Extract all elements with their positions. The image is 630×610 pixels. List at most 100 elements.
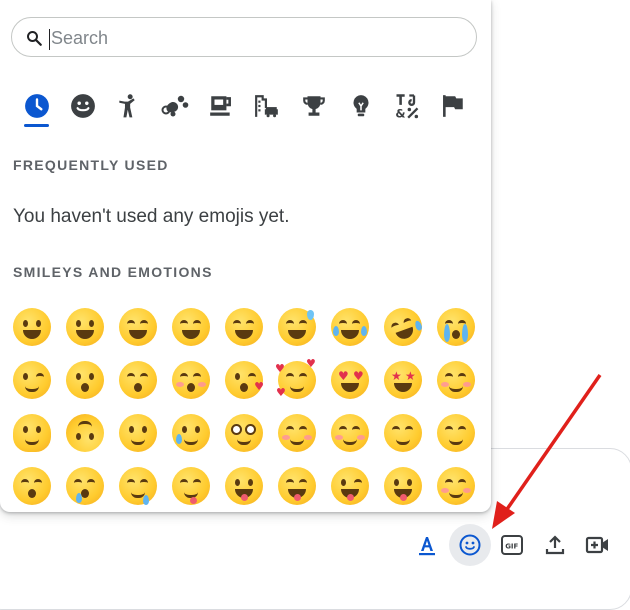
zany-face-icon <box>384 467 422 505</box>
grinning-squinting-face-emoji[interactable] <box>222 305 266 349</box>
active-tab-indicator <box>24 124 49 127</box>
slightly-smiling-face-emoji[interactable] <box>116 411 160 455</box>
rolling-on-floor-laughing-icon <box>378 302 428 352</box>
frequently-used-heading: FREQUENTLY USED <box>13 157 169 173</box>
winking-face-emoji[interactable] <box>10 358 54 402</box>
woozy-face-emoji[interactable] <box>434 464 478 508</box>
grinning-face-smiling-eyes-icon <box>119 308 157 346</box>
sleeping-face-emoji[interactable] <box>10 464 54 508</box>
partying-face-icon <box>437 361 475 399</box>
squinting-face-tongue-emoji[interactable] <box>275 464 319 508</box>
smiling-face-tear-emoji[interactable] <box>169 411 213 455</box>
gif-icon: GIF <box>500 533 524 557</box>
smirking-face-emoji[interactable] <box>434 411 478 455</box>
coffee-icon[interactable] <box>201 86 241 126</box>
emoji-icon <box>458 533 482 557</box>
kissing-face-emoji[interactable] <box>63 358 107 402</box>
zany-face-emoji[interactable] <box>381 464 425 508</box>
clock-icon[interactable] <box>17 86 57 126</box>
trophy-icon[interactable] <box>294 86 334 126</box>
loudly-crying-face-icon <box>437 308 475 346</box>
text-format-icon <box>415 533 439 557</box>
star-struck-icon: ★ ★ <box>384 361 422 399</box>
grinning-squinting-face-icon <box>225 308 263 346</box>
video-add-icon <box>585 533 611 557</box>
face-savoring-food-emoji[interactable] <box>169 464 213 508</box>
grinning-face-big-eyes-icon <box>66 308 104 346</box>
sleeping-face-icon <box>13 467 51 505</box>
winking-face-tongue-emoji[interactable] <box>328 464 372 508</box>
grinning-face-smiling-eyes-emoji[interactable] <box>116 305 160 349</box>
loudly-crying-face-emoji[interactable] <box>434 305 478 349</box>
winking-face-icon <box>13 361 51 399</box>
upload-icon <box>543 533 567 557</box>
sleepy-face-icon <box>66 467 104 505</box>
smiling-face-smiling-eyes-emoji[interactable] <box>275 411 319 455</box>
kissing-face-closed-eyes-icon <box>172 361 210 399</box>
smiling-face-hearts-icon: ♥ ♥ ♥ <box>275 357 316 399</box>
text-caret <box>49 29 50 50</box>
rolling-on-floor-laughing-emoji[interactable] <box>378 302 428 352</box>
squinting-face-tongue-icon <box>278 467 316 505</box>
smiley-icon[interactable] <box>63 86 103 126</box>
grinning-face-emoji[interactable] <box>10 305 54 349</box>
partying-face-emoji[interactable] <box>434 358 478 402</box>
face-blowing-kiss-emoji[interactable]: ♥ <box>222 358 266 402</box>
flag-icon[interactable] <box>433 86 473 126</box>
format-text-button[interactable] <box>406 524 448 566</box>
buildings-icon[interactable] <box>247 86 287 126</box>
face-tears-of-joy-icon <box>331 308 369 346</box>
kissing-face-smiling-eyes-icon <box>119 361 157 399</box>
svg-text:GIF: GIF <box>505 543 518 551</box>
compose-toolbar: GIF <box>0 524 630 568</box>
kissing-face-icon <box>66 361 104 399</box>
kissing-face-smiling-eyes-emoji[interactable] <box>116 358 160 402</box>
search-input[interactable] <box>49 24 453 52</box>
person-icon[interactable] <box>108 86 148 126</box>
face-blowing-kiss-icon: ♥ <box>225 361 264 399</box>
face-holding-back-tears-icon <box>225 414 263 452</box>
upside-down-face-icon <box>66 414 104 452</box>
relieved-face-emoji[interactable] <box>381 411 425 455</box>
beaming-face-emoji[interactable] <box>169 305 213 349</box>
beaming-face-icon <box>172 308 210 346</box>
woozy-face-icon <box>437 467 475 505</box>
face-holding-back-tears-emoji[interactable] <box>222 411 266 455</box>
face-with-tongue-icon <box>225 467 263 505</box>
star-struck-emoji[interactable]: ★ ★ <box>381 358 425 402</box>
upload-button[interactable] <box>534 524 576 566</box>
grinning-face-big-eyes-emoji[interactable] <box>63 305 107 349</box>
smirking-face-icon <box>437 414 475 452</box>
video-meeting-button[interactable] <box>577 524 619 566</box>
lightbulb-icon[interactable] <box>341 86 381 126</box>
grinning-face-icon <box>13 308 51 346</box>
smiling-face-icon <box>331 414 369 452</box>
face-savoring-food-icon <box>172 467 210 505</box>
emoji-search[interactable] <box>11 17 477 57</box>
heart-eyes-icon: ♥ ♥ <box>331 361 369 399</box>
paw-icon[interactable] <box>155 86 195 126</box>
relieved-face-icon <box>384 414 422 452</box>
gif-button[interactable]: GIF <box>491 524 533 566</box>
face-tears-of-joy-emoji[interactable] <box>328 305 372 349</box>
grinning-face-sweat-icon <box>278 308 316 346</box>
face-with-tongue-emoji[interactable] <box>222 464 266 508</box>
emoji-picker: & FREQUENTLY USED You haven't used any e… <box>0 0 491 512</box>
smiling-face-emoji[interactable] <box>328 411 372 455</box>
slightly-smiling-face-icon <box>119 414 157 452</box>
smiling-face-tear-icon <box>172 414 210 452</box>
symbols-icon[interactable]: & <box>387 86 427 126</box>
melting-face-emoji[interactable] <box>10 411 54 455</box>
smiling-face-hearts-emoji[interactable]: ♥ ♥ ♥ <box>275 358 319 402</box>
smiling-face-smiling-eyes-icon <box>278 414 316 452</box>
category-tabs: & <box>0 86 491 130</box>
sleepy-face-emoji[interactable] <box>63 464 107 508</box>
drooling-face-emoji[interactable] <box>116 464 160 508</box>
emoji-button[interactable] <box>449 524 491 566</box>
heart-eyes-emoji[interactable]: ♥ ♥ <box>328 358 372 402</box>
melting-face-icon <box>13 414 51 452</box>
grinning-face-sweat-emoji[interactable] <box>275 305 319 349</box>
kissing-face-closed-eyes-emoji[interactable] <box>169 358 213 402</box>
frequently-used-empty-message: You haven't used any emojis yet. <box>13 206 290 227</box>
upside-down-face-emoji[interactable] <box>63 411 107 455</box>
